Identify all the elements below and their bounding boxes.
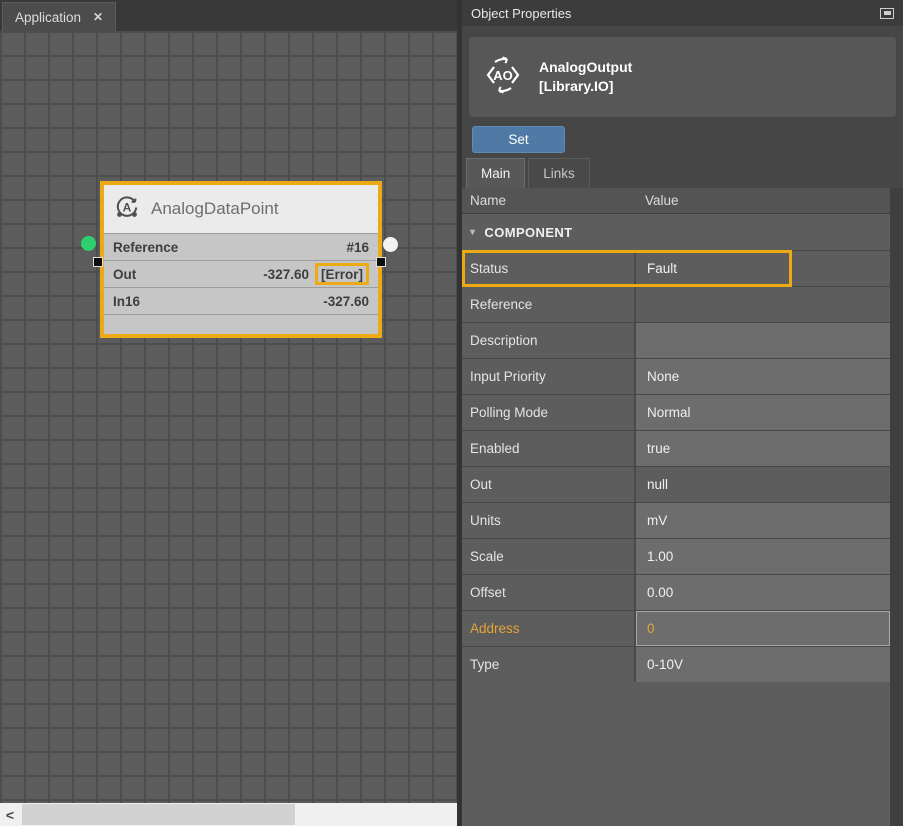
tab-application[interactable]: Application ✕ (2, 2, 116, 31)
object-library: [Library.IO] (539, 77, 632, 96)
property-row-polling-mode[interactable]: Polling Mode Normal (462, 394, 890, 430)
property-row-enabled[interactable]: Enabled true (462, 430, 890, 466)
property-value[interactable]: null (634, 467, 890, 502)
property-name: Type (462, 647, 634, 682)
property-name: Status (462, 251, 634, 286)
property-row-status[interactable]: Status Fault (462, 250, 890, 286)
selection-handle-right[interactable] (376, 257, 386, 267)
object-names: AnalogOutput [Library.IO] (539, 58, 632, 96)
scroll-left-arrow-icon[interactable]: < (0, 807, 20, 823)
node-row-value: #16 (346, 240, 369, 255)
property-name: Input Priority (462, 359, 634, 394)
properties-title: Object Properties (471, 6, 571, 21)
application-window: Application ✕ A AnalogData (0, 0, 903, 826)
node-row-value-group: -327.60 [Error] (263, 263, 369, 285)
property-name: Address (462, 611, 634, 646)
property-value[interactable]: Normal (634, 395, 890, 430)
property-value[interactable]: mV (634, 503, 890, 538)
canvas-tabbar: Application ✕ (0, 0, 457, 31)
svg-text:A: A (123, 200, 132, 214)
properties-tabs: Main Links (466, 158, 590, 188)
property-row-input-priority[interactable]: Input Priority None (462, 358, 890, 394)
property-row-out[interactable]: Out null (462, 466, 890, 502)
node-row-reference[interactable]: Reference #16 (104, 233, 378, 260)
set-button[interactable]: Set (472, 126, 565, 153)
tab-links[interactable]: Links (528, 158, 590, 188)
property-value[interactable]: 0.00 (634, 575, 890, 610)
section-component[interactable]: ▾ COMPONENT (462, 214, 890, 250)
tab-main[interactable]: Main (466, 158, 525, 188)
analog-output-icon: AO (481, 53, 525, 102)
node-row-label: Reference (113, 240, 178, 255)
property-row-type[interactable]: Type 0-10V (462, 646, 890, 682)
node-row-empty (104, 314, 378, 334)
node-row-value: -327.60 (263, 267, 309, 282)
property-name: Scale (462, 539, 634, 574)
property-value[interactable]: Fault (634, 251, 890, 286)
properties-top-section: AO AnalogOutput [Library.IO] Set Main Li… (462, 26, 903, 188)
node-row-value: -327.60 (323, 294, 369, 309)
property-row-units[interactable]: Units mV (462, 502, 890, 538)
analog-datapoint-icon: A (114, 194, 140, 225)
column-header-value[interactable]: Value (634, 193, 890, 208)
horizontal-scrollbar[interactable]: < (0, 803, 457, 826)
output-port-dot[interactable] (383, 237, 398, 252)
wiresheet-canvas[interactable]: A AnalogDataPoint Reference #16 Out -327… (0, 31, 457, 803)
property-name: Offset (462, 575, 634, 610)
properties-table: Name Value ▾ COMPONENT Status Fault Refe… (462, 188, 890, 826)
properties-titlebar: Object Properties (462, 0, 903, 26)
property-row-address[interactable]: Address 0 (462, 610, 890, 646)
property-row-scale[interactable]: Scale 1.00 (462, 538, 890, 574)
tab-application-label: Application (15, 10, 81, 25)
property-value[interactable]: 0 (634, 611, 890, 646)
node-header[interactable]: A AnalogDataPoint (104, 185, 378, 233)
selection-handle-left[interactable] (93, 257, 103, 267)
node-title: AnalogDataPoint (151, 199, 279, 219)
section-component-label: COMPONENT (484, 225, 572, 240)
table-header-row: Name Value (462, 188, 890, 214)
dock-window-icon[interactable] (880, 8, 894, 19)
node-row-label: In16 (113, 294, 140, 309)
error-badge: [Error] (315, 263, 369, 285)
property-row-reference[interactable]: Reference (462, 286, 890, 322)
property-name: Units (462, 503, 634, 538)
scrollbar-thumb[interactable] (22, 804, 295, 825)
property-name: Polling Mode (462, 395, 634, 430)
property-name: Enabled (462, 431, 634, 466)
property-value[interactable]: 0-10V (634, 647, 890, 682)
input-port-dot[interactable] (81, 236, 96, 251)
property-name: Reference (462, 287, 634, 322)
node-row-in16[interactable]: In16 -327.60 (104, 287, 378, 314)
property-name: Description (462, 323, 634, 358)
property-value[interactable]: 1.00 (634, 539, 890, 574)
property-row-offset[interactable]: Offset 0.00 (462, 574, 890, 610)
analog-datapoint-node[interactable]: A AnalogDataPoint Reference #16 Out -327… (100, 181, 382, 338)
property-name: Out (462, 467, 634, 502)
property-value[interactable] (634, 287, 890, 322)
property-value[interactable]: None (634, 359, 890, 394)
collapse-triangle-icon[interactable]: ▾ (470, 227, 475, 238)
column-header-name[interactable]: Name (462, 193, 634, 208)
canvas-pane: Application ✕ A AnalogData (0, 0, 457, 826)
property-row-description[interactable]: Description (462, 322, 890, 358)
property-value[interactable] (634, 323, 890, 358)
close-icon[interactable]: ✕ (93, 10, 103, 24)
object-summary-card: AO AnalogOutput [Library.IO] (469, 37, 896, 117)
svg-text:AO: AO (493, 68, 513, 83)
object-properties-pane: Object Properties AO Analo (462, 0, 903, 826)
property-value[interactable]: true (634, 431, 890, 466)
node-row-label: Out (113, 267, 136, 282)
object-type-name: AnalogOutput (539, 58, 632, 77)
node-row-out[interactable]: Out -327.60 [Error] (104, 260, 378, 287)
